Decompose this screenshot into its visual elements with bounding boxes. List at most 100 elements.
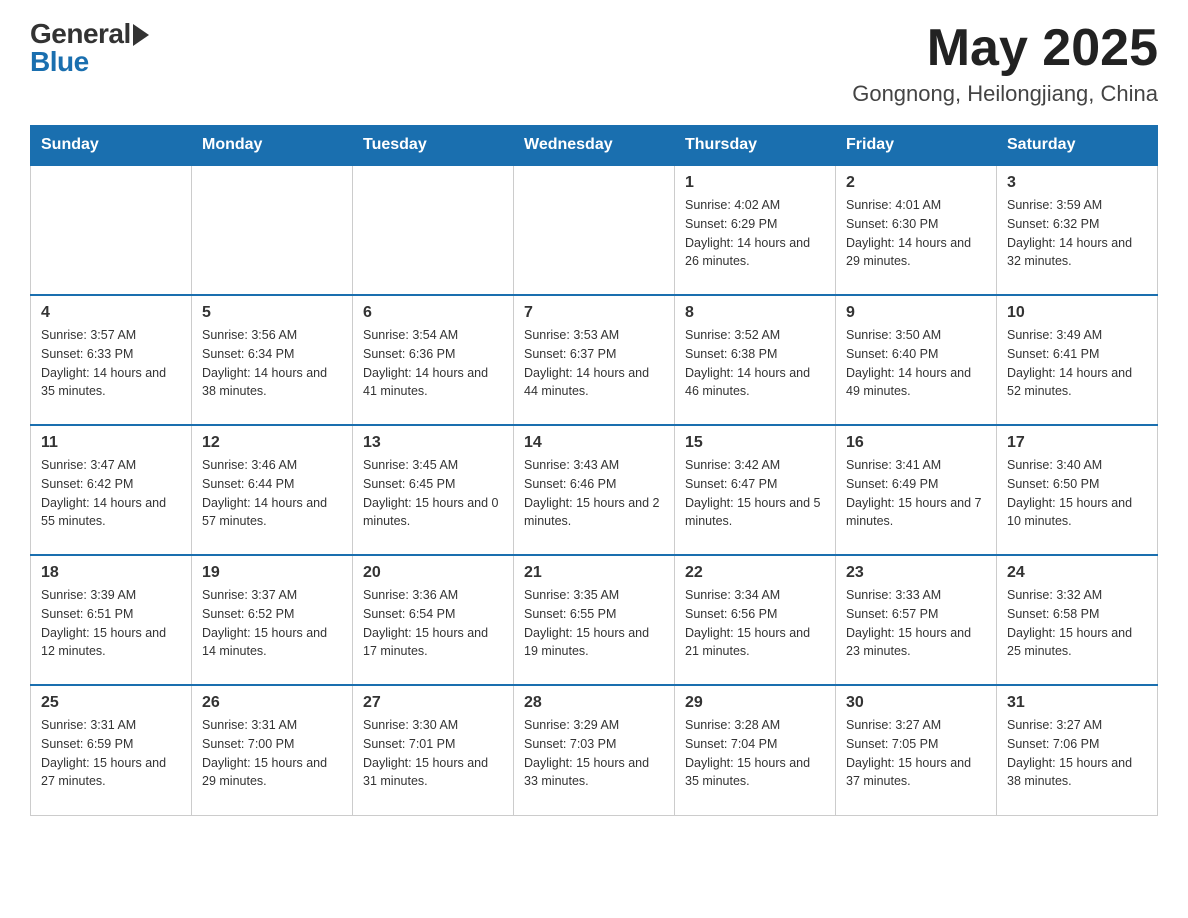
calendar-cell: 16 Sunrise: 3:41 AMSunset: 6:49 PMDayligh… xyxy=(836,425,997,555)
calendar-cell: 25 Sunrise: 3:31 AMSunset: 6:59 PMDayligh… xyxy=(31,685,192,815)
day-number: 15 xyxy=(685,434,825,452)
day-info: Sunrise: 3:59 AMSunset: 6:32 PMDaylight:… xyxy=(1007,196,1147,271)
day-number: 10 xyxy=(1007,304,1147,322)
calendar-cell: 23 Sunrise: 3:33 AMSunset: 6:57 PMDayligh… xyxy=(836,555,997,685)
week-row-1: 1 Sunrise: 4:02 AMSunset: 6:29 PMDaylight… xyxy=(31,165,1158,295)
day-info: Sunrise: 3:27 AMSunset: 7:06 PMDaylight:… xyxy=(1007,716,1147,791)
day-number: 9 xyxy=(846,304,986,322)
day-info: Sunrise: 3:30 AMSunset: 7:01 PMDaylight:… xyxy=(363,716,503,791)
day-info: Sunrise: 3:32 AMSunset: 6:58 PMDaylight:… xyxy=(1007,586,1147,661)
calendar-cell: 6 Sunrise: 3:54 AMSunset: 6:36 PMDaylight… xyxy=(353,295,514,425)
day-info: Sunrise: 3:35 AMSunset: 6:55 PMDaylight:… xyxy=(524,586,664,661)
day-number: 1 xyxy=(685,174,825,192)
calendar-cell: 10 Sunrise: 3:49 AMSunset: 6:41 PMDayligh… xyxy=(997,295,1158,425)
calendar-cell: 20 Sunrise: 3:36 AMSunset: 6:54 PMDayligh… xyxy=(353,555,514,685)
calendar-cell: 19Sunrise: 3:37 AMSunset: 6:52 PMDayligh… xyxy=(192,555,353,685)
calendar-cell xyxy=(31,165,192,295)
day-number: 23 xyxy=(846,564,986,582)
day-info: Sunrise: 3:31 AMSunset: 7:00 PMDaylight:… xyxy=(202,716,342,791)
day-info: Sunrise: 3:50 AMSunset: 6:40 PMDaylight:… xyxy=(846,326,986,401)
day-info: Sunrise: 3:42 AMSunset: 6:47 PMDaylight:… xyxy=(685,456,825,531)
calendar-cell: 14 Sunrise: 3:43 AMSunset: 6:46 PMDayligh… xyxy=(514,425,675,555)
day-number: 27 xyxy=(363,694,503,712)
calendar-cell: 26 Sunrise: 3:31 AMSunset: 7:00 PMDayligh… xyxy=(192,685,353,815)
day-info: Sunrise: 3:47 AMSunset: 6:42 PMDaylight:… xyxy=(41,456,181,531)
day-number: 24 xyxy=(1007,564,1147,582)
weekday-header-monday: Monday xyxy=(192,126,353,166)
calendar-cell: 29 Sunrise: 3:28 AMSunset: 7:04 PMDayligh… xyxy=(675,685,836,815)
day-info: Sunrise: 3:52 AMSunset: 6:38 PMDaylight:… xyxy=(685,326,825,401)
calendar-cell xyxy=(192,165,353,295)
day-number: 3 xyxy=(1007,174,1147,192)
calendar-cell: 15 Sunrise: 3:42 AMSunset: 6:47 PMDayligh… xyxy=(675,425,836,555)
calendar-table: SundayMondayTuesdayWednesdayThursdayFrid… xyxy=(30,125,1158,816)
calendar-cell: 11 Sunrise: 3:47 AMSunset: 6:42 PMDayligh… xyxy=(31,425,192,555)
weekday-header-tuesday: Tuesday xyxy=(353,126,514,166)
calendar-cell: 4 Sunrise: 3:57 AMSunset: 6:33 PMDaylight… xyxy=(31,295,192,425)
day-number: 12 xyxy=(202,434,342,452)
calendar-cell: 2Sunrise: 4:01 AMSunset: 6:30 PMDaylight… xyxy=(836,165,997,295)
day-info: Sunrise: 3:49 AMSunset: 6:41 PMDaylight:… xyxy=(1007,326,1147,401)
day-info: Sunrise: 3:29 AMSunset: 7:03 PMDaylight:… xyxy=(524,716,664,791)
day-info: Sunrise: 3:57 AMSunset: 6:33 PMDaylight:… xyxy=(41,326,181,401)
day-info: Sunrise: 3:43 AMSunset: 6:46 PMDaylight:… xyxy=(524,456,664,531)
calendar-cell: 7Sunrise: 3:53 AMSunset: 6:37 PMDaylight… xyxy=(514,295,675,425)
day-info: Sunrise: 3:28 AMSunset: 7:04 PMDaylight:… xyxy=(685,716,825,791)
calendar-cell: 18 Sunrise: 3:39 AMSunset: 6:51 PMDayligh… xyxy=(31,555,192,685)
day-number: 28 xyxy=(524,694,664,712)
day-number: 11 xyxy=(41,434,181,452)
calendar-cell xyxy=(353,165,514,295)
calendar-cell: 27 Sunrise: 3:30 AMSunset: 7:01 PMDayligh… xyxy=(353,685,514,815)
calendar-title: May 2025 xyxy=(852,20,1158,77)
day-info: Sunrise: 3:27 AMSunset: 7:05 PMDaylight:… xyxy=(846,716,986,791)
day-info: Sunrise: 3:31 AMSunset: 6:59 PMDaylight:… xyxy=(41,716,181,791)
day-number: 18 xyxy=(41,564,181,582)
calendar-cell: 12 Sunrise: 3:46 AMSunset: 6:44 PMDayligh… xyxy=(192,425,353,555)
calendar-cell: 1 Sunrise: 4:02 AMSunset: 6:29 PMDaylight… xyxy=(675,165,836,295)
day-info: Sunrise: 3:39 AMSunset: 6:51 PMDaylight:… xyxy=(41,586,181,661)
weekday-header-saturday: Saturday xyxy=(997,126,1158,166)
day-number: 16 xyxy=(846,434,986,452)
calendar-cell: 24 Sunrise: 3:32 AMSunset: 6:58 PMDayligh… xyxy=(997,555,1158,685)
day-info: Sunrise: 3:36 AMSunset: 6:54 PMDaylight:… xyxy=(363,586,503,661)
day-number: 6 xyxy=(363,304,503,322)
day-number: 13 xyxy=(363,434,503,452)
day-info: Sunrise: 3:33 AMSunset: 6:57 PMDaylight:… xyxy=(846,586,986,661)
day-info: Sunrise: 3:37 AMSunset: 6:52 PMDaylight:… xyxy=(202,586,342,661)
day-info: Sunrise: 4:02 AMSunset: 6:29 PMDaylight:… xyxy=(685,196,825,271)
week-row-4: 18 Sunrise: 3:39 AMSunset: 6:51 PMDayligh… xyxy=(31,555,1158,685)
calendar-cell: 9 Sunrise: 3:50 AMSunset: 6:40 PMDaylight… xyxy=(836,295,997,425)
day-info: Sunrise: 3:56 AMSunset: 6:34 PMDaylight:… xyxy=(202,326,342,401)
day-info: Sunrise: 3:34 AMSunset: 6:56 PMDaylight:… xyxy=(685,586,825,661)
day-number: 14 xyxy=(524,434,664,452)
weekday-header-wednesday: Wednesday xyxy=(514,126,675,166)
week-row-3: 11 Sunrise: 3:47 AMSunset: 6:42 PMDayligh… xyxy=(31,425,1158,555)
day-info: Sunrise: 3:41 AMSunset: 6:49 PMDaylight:… xyxy=(846,456,986,531)
logo-blue-text: Blue xyxy=(30,48,89,76)
page-header: General Blue May 2025 Gongnong, Heilongj… xyxy=(30,20,1158,107)
week-row-2: 4 Sunrise: 3:57 AMSunset: 6:33 PMDaylight… xyxy=(31,295,1158,425)
day-number: 2 xyxy=(846,174,986,192)
calendar-cell: 22Sunrise: 3:34 AMSunset: 6:56 PMDayligh… xyxy=(675,555,836,685)
day-info: Sunrise: 3:45 AMSunset: 6:45 PMDaylight:… xyxy=(363,456,503,531)
logo: General Blue xyxy=(30,20,149,76)
day-number: 25 xyxy=(41,694,181,712)
calendar-location: Gongnong, Heilongjiang, China xyxy=(852,81,1158,107)
calendar-cell: 8 Sunrise: 3:52 AMSunset: 6:38 PMDaylight… xyxy=(675,295,836,425)
day-number: 4 xyxy=(41,304,181,322)
day-number: 31 xyxy=(1007,694,1147,712)
calendar-cell: 5Sunrise: 3:56 AMSunset: 6:34 PMDaylight… xyxy=(192,295,353,425)
day-info: Sunrise: 3:54 AMSunset: 6:36 PMDaylight:… xyxy=(363,326,503,401)
day-number: 30 xyxy=(846,694,986,712)
calendar-cell: 17Sunrise: 3:40 AMSunset: 6:50 PMDayligh… xyxy=(997,425,1158,555)
day-info: Sunrise: 3:46 AMSunset: 6:44 PMDaylight:… xyxy=(202,456,342,531)
day-number: 29 xyxy=(685,694,825,712)
calendar-cell: 30 Sunrise: 3:27 AMSunset: 7:05 PMDayligh… xyxy=(836,685,997,815)
day-info: Sunrise: 3:40 AMSunset: 6:50 PMDaylight:… xyxy=(1007,456,1147,531)
day-number: 26 xyxy=(202,694,342,712)
title-block: May 2025 Gongnong, Heilongjiang, China xyxy=(852,20,1158,107)
day-info: Sunrise: 3:53 AMSunset: 6:37 PMDaylight:… xyxy=(524,326,664,401)
day-number: 20 xyxy=(363,564,503,582)
calendar-cell: 3 Sunrise: 3:59 AMSunset: 6:32 PMDaylight… xyxy=(997,165,1158,295)
day-number: 8 xyxy=(685,304,825,322)
